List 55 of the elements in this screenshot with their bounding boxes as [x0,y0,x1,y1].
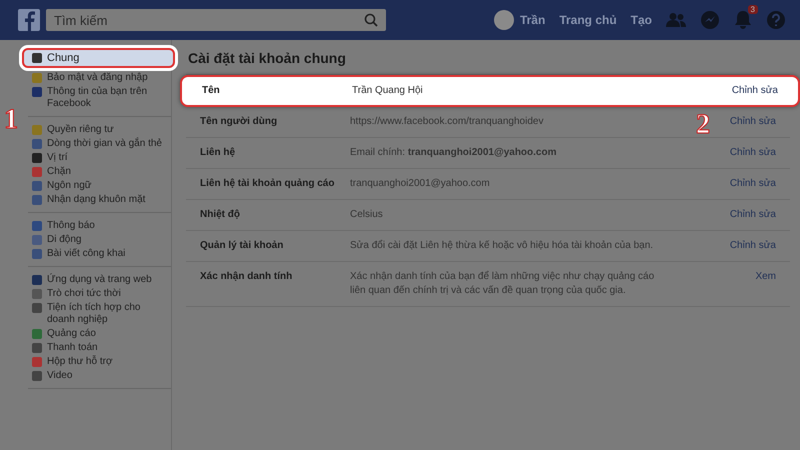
edit-link[interactable]: Xem [755,270,776,284]
logo-icon[interactable] [18,9,40,31]
bell-icon[interactable] [734,10,752,30]
sidebar-item[interactable]: Chung [22,48,175,68]
sidebar-item[interactable]: Thông báo [28,219,171,233]
edit-link[interactable]: Chỉnh sửa [730,146,776,160]
setting-label: Nhiệt độ [200,208,241,222]
search-field[interactable]: Tìm kiếm [46,9,386,31]
setting-label: Quản lý tài khoản [200,239,284,253]
help-icon[interactable] [766,10,786,30]
sidebar-item[interactable]: Di động [28,233,171,247]
setting-label: Tên [202,84,221,98]
setting-value: Trần Quang Hội [352,84,424,98]
sidebar-item[interactable]: Thông tin của bạn trên Facebook [28,85,171,111]
page-title: Cài đặt tài khoản chung [188,50,347,66]
sidebar-item[interactable]: Quyền riêng tư [28,123,171,137]
setting-value: Celsius [350,208,384,222]
edit-link[interactable]: Chỉnh sửa [730,177,776,191]
sidebar-item[interactable]: Dòng thời gian và gắn thẻ [28,137,171,151]
sidebar-item[interactable]: Hộp thư hỗ trợ [28,355,171,369]
annotation-number: 2 [696,111,710,139]
sidebar-item[interactable]: Vị trí [28,151,171,165]
setting-label: Xác nhận danh tính [200,270,294,284]
nav-link[interactable]: Tạo [630,13,652,27]
chat-bubble-icon[interactable] [700,10,720,30]
setting-value: Xác nhận danh tính của bạn để làm những việc như chạy quảng cáo liên quan đến chính trị và các vấn đề quan trọng của quốc gia. [350,270,656,298]
edit-link[interactable]: Chỉnh sửa [730,239,776,253]
setting-label: Tên người dùng [200,115,278,129]
setting-value: Email chính: tranquanghoi2001@yahoo.com [350,146,558,160]
setting-value: https://www.facebook.com/tranquanghoidev [350,115,544,129]
sidebar-item[interactable]: Bảo mật và đăng nhập [28,71,171,85]
sidebar-item[interactable]: Ứng dụng và trang web [28,273,171,287]
sidebar-item[interactable]: Nhận dạng khuôn mặt [28,193,171,207]
setting-label: Liên hệ [200,146,236,160]
nav-link[interactable]: Trang chủ [559,13,617,27]
sidebar-item[interactable]: Tiện ích tích hợp cho doanh nghiệp [28,301,171,327]
edit-link[interactable]: Chỉnh sửa [730,208,776,222]
sidebar-item[interactable]: Video [28,369,171,383]
annotation-number: 1 [4,106,18,134]
profile-button[interactable]: Trần [494,10,546,30]
friends-icon[interactable] [666,12,686,28]
sidebar-item[interactable]: Trò chơi tức thời [28,287,171,301]
sidebar-item[interactable]: Chặn [28,165,171,179]
avatar-icon [494,10,514,30]
notification-badge: 3 [748,5,758,14]
sidebar-item[interactable]: Ngôn ngữ [28,179,171,193]
sidebar-item[interactable]: Thanh toán [28,341,171,355]
sidebar-item[interactable]: Bài viết công khai [28,247,171,261]
edit-link[interactable]: Chỉnh sửa [730,115,776,129]
sidebar-item[interactable]: Quảng cáo [28,327,171,341]
edit-link[interactable]: Chỉnh sửa [732,84,778,98]
setting-value: tranquanghoi2001@yahoo.com [350,177,491,191]
setting-value: Sửa đổi cài đặt Liên hệ thừa kế hoặc vô hiệu hóa tài khoản của bạn. [350,239,654,253]
search-icon[interactable] [364,13,378,27]
setting-label: Liên hệ tài khoản quảng cáo [200,177,336,191]
